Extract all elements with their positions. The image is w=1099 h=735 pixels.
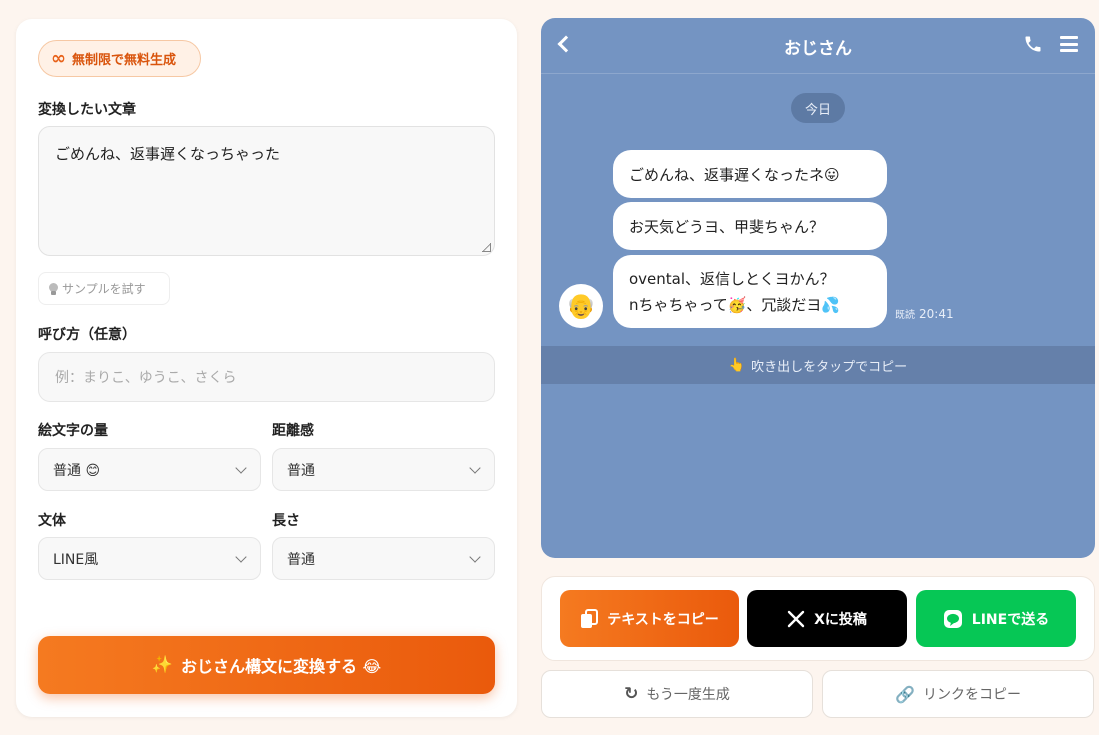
input-card: ∞ 無制限で無料生成 変換したい文章 ごめんね、返事遅くなっちゃった サンプルを…: [16, 19, 517, 717]
tap-to-copy-hint: 👆 吹き出しをタップでコピー: [541, 346, 1095, 384]
date-divider: 今日: [791, 93, 845, 123]
copy-link-button[interactable]: 🔗 リンクをコピー: [822, 670, 1094, 718]
convert-button[interactable]: ✨ おじさん構文に変換する 😂: [38, 636, 495, 694]
lightbulb-icon: [49, 282, 58, 295]
chat-preview: おじさん 今日 ごめんね、返事遅くなったネ😛 お天気どうヨ、甲斐ちゃん？ ove…: [541, 18, 1095, 558]
chat-bubble[interactable]: ごめんね、返事遅くなったネ😛: [613, 150, 887, 198]
menu-icon[interactable]: [1060, 36, 1078, 52]
style-value: LINE風: [53, 551, 99, 568]
badge-label: 無制限で無料生成: [72, 53, 177, 68]
post-to-x-label: Xに投稿: [814, 611, 867, 628]
length-value: 普通: [287, 551, 315, 568]
avatar: 👴: [559, 284, 603, 328]
chat-header: おじさん: [541, 18, 1095, 74]
unlimited-badge: ∞ 無制限で無料生成: [38, 40, 201, 77]
distance-select[interactable]: 普通: [272, 448, 495, 491]
distance-value: 普通: [287, 462, 315, 479]
source-text-input[interactable]: ごめんね、返事遅くなっちゃった: [38, 126, 495, 256]
try-sample-button[interactable]: サンプルを試す: [38, 272, 170, 305]
chat-bubble[interactable]: ovental、返信しとくヨかん？ nちゃちゃって🥳、冗談だヨ💦: [613, 255, 887, 328]
style-select[interactable]: LINE風: [38, 537, 261, 580]
name-input[interactable]: 例：まりこ、ゆうこ、さくら: [38, 352, 495, 402]
line-logo-icon: [943, 609, 962, 628]
send-line-button[interactable]: LINEで送る: [916, 590, 1076, 647]
chat-title: おじさん: [784, 39, 852, 59]
send-line-label: LINEで送る: [971, 611, 1050, 628]
share-actions: テキストをコピー Xに投稿 LINEで送る: [541, 576, 1095, 661]
source-text-value: ごめんね、返事遅くなっちゃった: [55, 145, 281, 163]
bubble-line: ovental、返信しとくヨかん？: [629, 269, 835, 288]
pointer-hand-icon: 👆: [728, 357, 746, 373]
sample-label: サンプルを試す: [62, 282, 146, 296]
chevron-down-icon: [469, 551, 481, 563]
copy-text-button[interactable]: テキストをコピー: [560, 590, 739, 647]
copy-icon: [581, 608, 599, 628]
message-time: 20:41: [919, 307, 954, 321]
tap-hint-label: 吹き出しをタップでコピー: [751, 359, 908, 375]
refresh-icon: ↻: [624, 684, 639, 704]
infinity-icon: ∞: [51, 47, 66, 69]
regenerate-button[interactable]: ↻ もう一度生成: [541, 670, 813, 718]
emoji-amount-value: 普通 😊: [53, 462, 101, 479]
emoji-amount-label: 絵文字の量: [38, 423, 108, 439]
read-status: 既読 20:41: [895, 306, 954, 321]
name-label: 呼び方（任意）: [38, 327, 136, 343]
chevron-down-icon: [235, 551, 247, 563]
name-placeholder: 例：まりこ、ゆうこ、さくら: [55, 370, 237, 386]
style-label: 文体: [38, 513, 66, 529]
bubble-line: nちゃちゃって🥳、冗談だヨ💦: [629, 295, 841, 314]
length-label: 長さ: [272, 513, 300, 529]
x-logo-icon: [787, 610, 805, 627]
copy-link-label: リンクをコピー: [922, 687, 1021, 703]
chevron-down-icon: [469, 462, 481, 474]
phone-icon[interactable]: [1023, 34, 1043, 54]
emoji-amount-select[interactable]: 普通 😊: [38, 448, 261, 491]
post-to-x-button[interactable]: Xに投稿: [747, 590, 907, 647]
chevron-down-icon: [235, 462, 247, 474]
chat-bubble[interactable]: お天気どうヨ、甲斐ちゃん？: [613, 202, 887, 250]
convert-label: おじさん構文に変換する 😂: [180, 657, 382, 676]
link-icon: 🔗: [895, 684, 915, 704]
read-label: 既読: [895, 310, 915, 321]
resize-handle[interactable]: [482, 243, 491, 252]
distance-label: 距離感: [272, 423, 314, 439]
copy-text-label: テキストをコピー: [607, 611, 719, 628]
length-select[interactable]: 普通: [272, 537, 495, 580]
magic-wand-icon: ✨: [151, 655, 173, 675]
text-label: 変換したい文章: [38, 102, 136, 118]
regenerate-label: もう一度生成: [646, 687, 730, 703]
